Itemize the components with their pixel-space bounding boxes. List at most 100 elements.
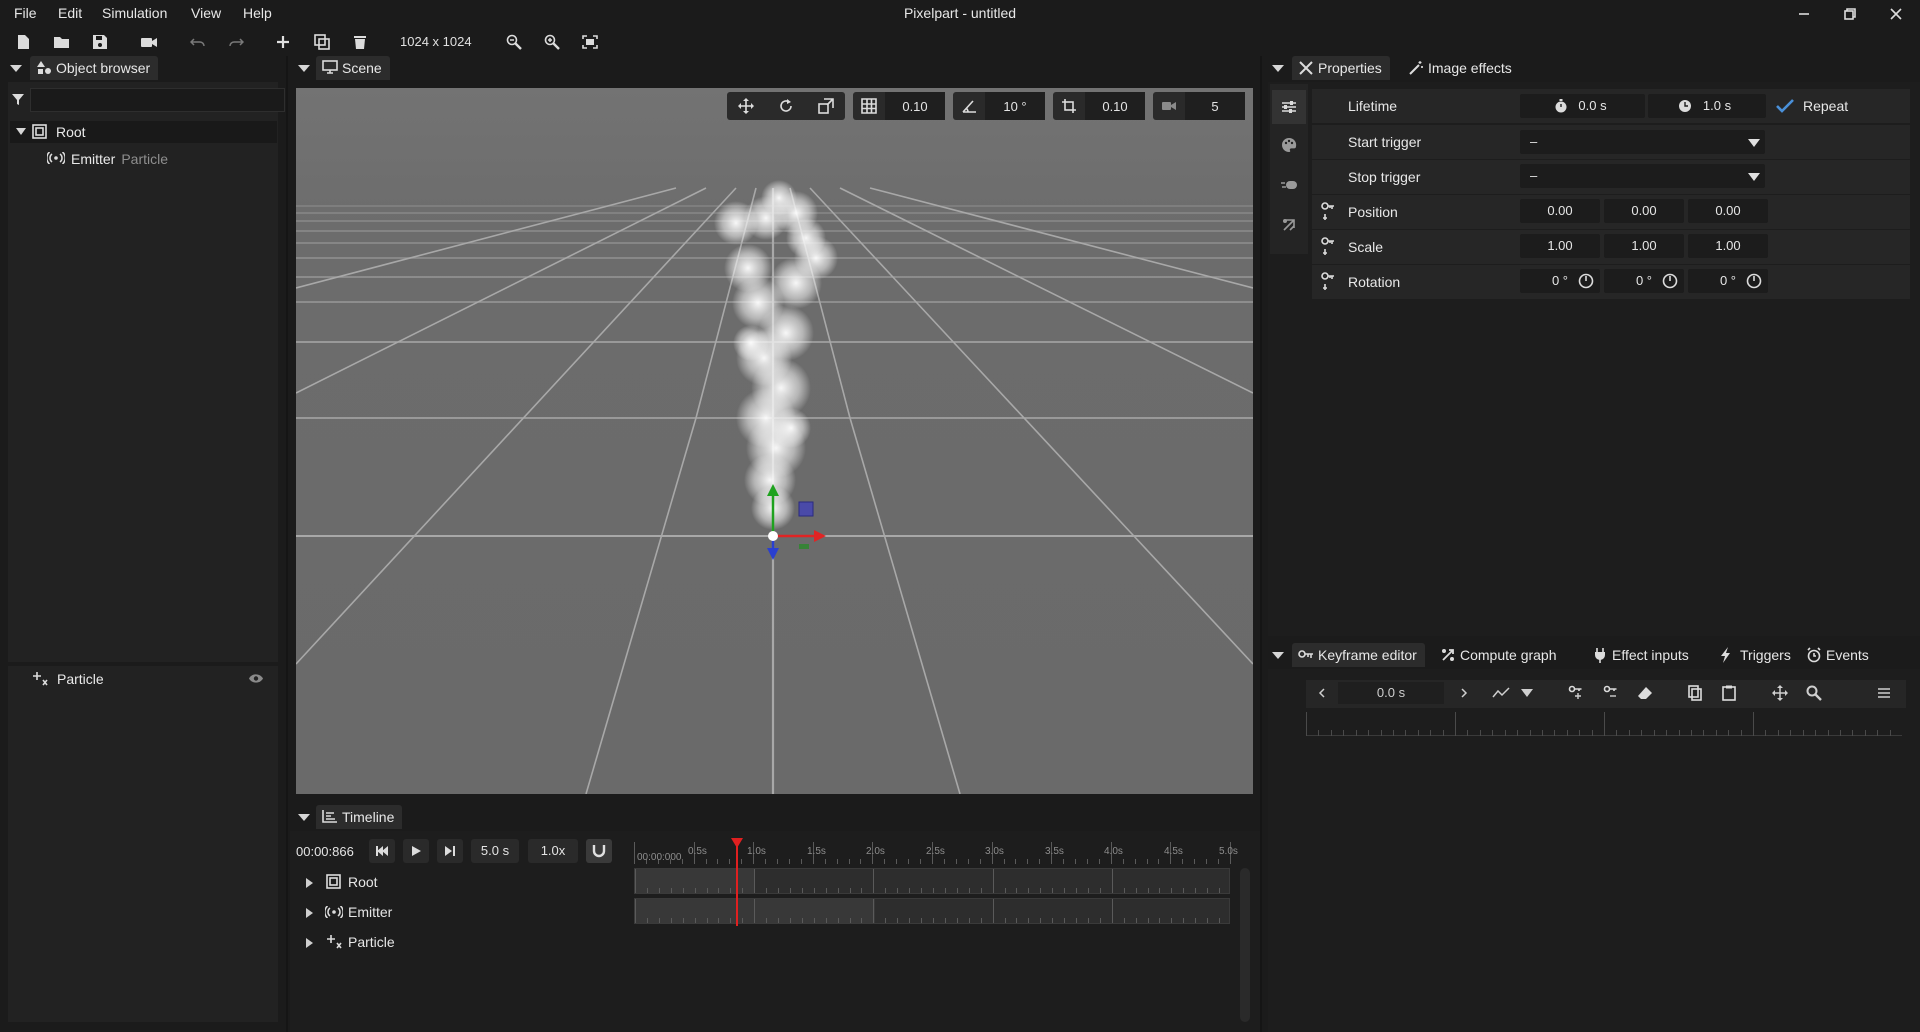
- repeat-checkbox[interactable]: Repeat: [1773, 94, 1883, 118]
- scale-tool-button[interactable]: [807, 92, 845, 120]
- tree-expand-icon[interactable]: [16, 128, 26, 135]
- tab-compute-graph[interactable]: Compute graph: [1434, 643, 1565, 667]
- interpolation-button[interactable]: [1488, 682, 1514, 704]
- snap-toggle[interactable]: [586, 839, 612, 863]
- timeline-scrollbar[interactable]: [1240, 868, 1250, 1022]
- camera-value[interactable]: 5: [1185, 92, 1245, 120]
- menu-file[interactable]: File: [14, 5, 37, 21]
- dial-icon[interactable]: [1578, 273, 1594, 289]
- close-button[interactable]: [1876, 2, 1916, 26]
- lifetime-start-field[interactable]: 0.0 s: [1520, 94, 1645, 118]
- rotation-y-field[interactable]: 0 °: [1604, 269, 1684, 293]
- clear-keyframes-button[interactable]: [1632, 682, 1658, 704]
- dial-icon[interactable]: [1662, 273, 1678, 289]
- side-tab-motion[interactable]: [1272, 168, 1306, 202]
- side-tab-general[interactable]: [1272, 90, 1306, 124]
- interpolation-dropdown[interactable]: [1514, 682, 1540, 704]
- menu-view[interactable]: View: [191, 5, 221, 21]
- scale-x-field[interactable]: 1.00: [1520, 234, 1600, 258]
- rotation-z-field[interactable]: 0 °: [1688, 269, 1768, 293]
- keyframe-menu-button[interactable]: [1871, 682, 1897, 704]
- position-y-field[interactable]: 0.00: [1604, 199, 1684, 223]
- save-button[interactable]: [87, 30, 113, 54]
- keyframe-icon[interactable]: [1321, 272, 1335, 292]
- playhead-handle[interactable]: [731, 838, 743, 848]
- zoom-in-button[interactable]: [539, 30, 565, 54]
- tab-image-effects[interactable]: Image effects: [1402, 56, 1520, 80]
- position-x-field[interactable]: 0.00: [1520, 199, 1600, 223]
- redo-button[interactable]: [223, 30, 249, 54]
- delete-button[interactable]: [347, 30, 373, 54]
- keyframe-icon[interactable]: [1321, 202, 1335, 222]
- angle-snap-button[interactable]: [953, 92, 985, 120]
- speed-field[interactable]: 1.0x: [528, 839, 578, 863]
- scene-viewport[interactable]: [296, 88, 1253, 794]
- timeline-track-emitter[interactable]: [634, 898, 1230, 924]
- object-filter-input[interactable]: [30, 88, 285, 112]
- duration-field[interactable]: 5.0 s: [471, 839, 519, 863]
- stop-trigger-select[interactable]: –: [1520, 164, 1765, 188]
- minimize-button[interactable]: [1784, 2, 1824, 26]
- dial-icon[interactable]: [1746, 273, 1762, 289]
- resolution-label[interactable]: 1024 x 1024: [400, 34, 472, 49]
- timeline-row-particle[interactable]: Particle: [306, 932, 626, 954]
- pan-button[interactable]: [1767, 682, 1793, 704]
- lifetime-duration-field[interactable]: 1.0 s: [1648, 94, 1766, 118]
- restore-button[interactable]: [1830, 2, 1870, 26]
- copy-button[interactable]: [1682, 682, 1708, 704]
- keyframe-time-field[interactable]: 0.0 s: [1338, 682, 1444, 704]
- step-forward-button[interactable]: [437, 839, 463, 863]
- undo-button[interactable]: [185, 30, 211, 54]
- add-keyframe-button[interactable]: [1563, 682, 1589, 704]
- panel-collapse-icon[interactable]: [298, 65, 310, 72]
- expand-icon[interactable]: [306, 878, 313, 888]
- expand-icon[interactable]: [306, 938, 313, 948]
- side-tab-appearance[interactable]: [1272, 128, 1306, 162]
- panel-collapse-icon[interactable]: [1272, 65, 1284, 72]
- tab-timeline[interactable]: Timeline: [316, 805, 403, 829]
- grid-snap-value[interactable]: 0.10: [885, 92, 945, 120]
- tree-item-emitter[interactable]: Emitter Particle: [10, 148, 277, 170]
- render-button[interactable]: [136, 30, 162, 54]
- timeline-track-root[interactable]: [634, 868, 1230, 894]
- zoom-out-button[interactable]: [501, 30, 527, 54]
- expand-icon[interactable]: [306, 908, 313, 918]
- tree-item-root[interactable]: Root: [10, 121, 277, 143]
- timeline-row-emitter[interactable]: Emitter: [306, 902, 626, 924]
- new-file-button[interactable]: [10, 30, 36, 54]
- rotation-x-field[interactable]: 0 °: [1520, 269, 1600, 293]
- menu-edit[interactable]: Edit: [58, 5, 82, 21]
- tab-keyframe-editor[interactable]: Keyframe editor: [1292, 643, 1425, 667]
- prev-keyframe-button[interactable]: [1309, 682, 1335, 704]
- panel-collapse-icon[interactable]: [10, 65, 22, 72]
- panel-collapse-icon[interactable]: [298, 814, 310, 821]
- fit-view-button[interactable]: [577, 30, 603, 54]
- panel-collapse-icon[interactable]: [1272, 652, 1284, 659]
- move-tool-button[interactable]: [727, 92, 765, 120]
- open-file-button[interactable]: [49, 30, 75, 54]
- tab-scene[interactable]: Scene: [316, 56, 390, 80]
- camera-button[interactable]: [1153, 92, 1185, 120]
- timeline-row-root[interactable]: Root: [306, 872, 626, 894]
- tab-properties[interactable]: Properties: [1292, 56, 1390, 80]
- side-tab-physics[interactable]: [1272, 208, 1306, 242]
- scale-y-field[interactable]: 1.00: [1604, 234, 1684, 258]
- tab-events[interactable]: Events: [1800, 643, 1877, 667]
- keyframe-icon[interactable]: [1321, 237, 1335, 257]
- add-object-button[interactable]: [270, 30, 296, 54]
- start-trigger-select[interactable]: –: [1520, 130, 1765, 154]
- tab-effect-inputs[interactable]: Effect inputs: [1586, 643, 1697, 667]
- tab-triggers[interactable]: Triggers: [1714, 643, 1799, 667]
- play-button[interactable]: [403, 839, 429, 863]
- particle-type-item[interactable]: Particle: [30, 668, 270, 690]
- remove-keyframe-button[interactable]: [1598, 682, 1624, 704]
- position-z-field[interactable]: 0.00: [1688, 199, 1768, 223]
- scale-snap-button[interactable]: [1053, 92, 1085, 120]
- paste-button[interactable]: [1716, 682, 1742, 704]
- menu-help[interactable]: Help: [243, 5, 272, 21]
- scale-snap-value[interactable]: 0.10: [1085, 92, 1145, 120]
- duplicate-button[interactable]: [309, 30, 335, 54]
- next-keyframe-button[interactable]: [1451, 682, 1477, 704]
- grid-snap-button[interactable]: [853, 92, 885, 120]
- tab-object-browser[interactable]: Object browser: [30, 56, 159, 80]
